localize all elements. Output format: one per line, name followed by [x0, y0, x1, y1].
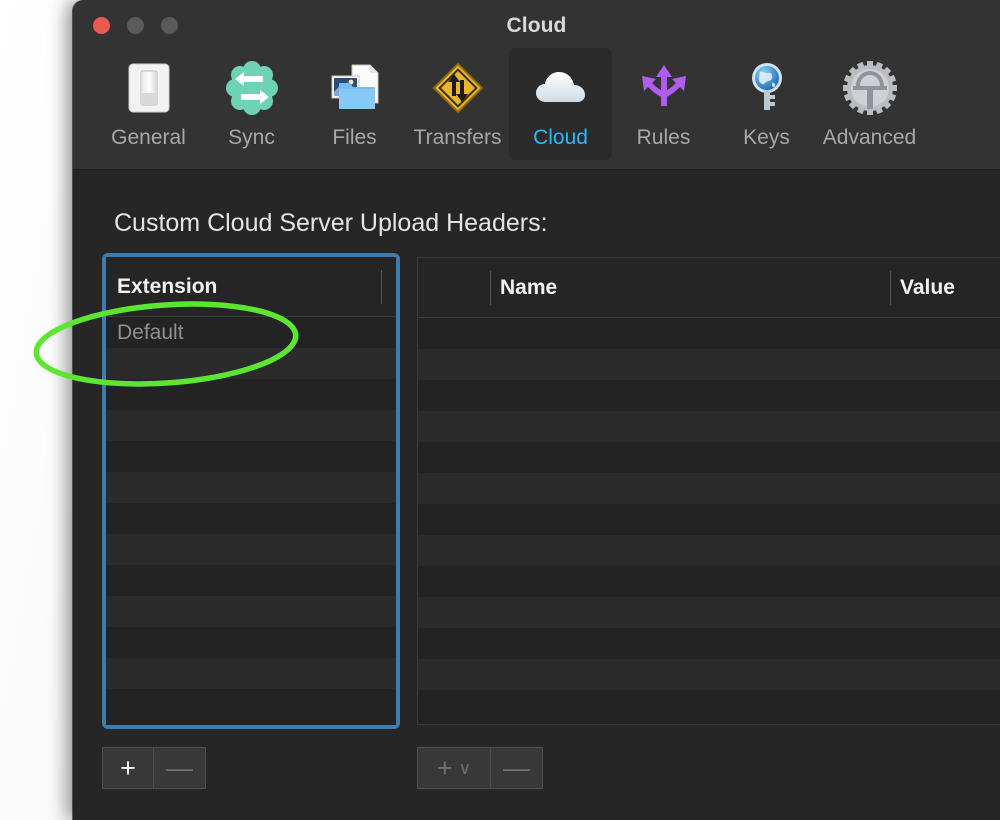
tab-sync[interactable]: Sync — [200, 48, 303, 160]
add-header-button[interactable]: + ∨ — [417, 747, 491, 789]
window-toolbar: Cloud General Sync Files Transfers Cloud… — [73, 0, 1000, 170]
toggle-switch-icon — [115, 54, 183, 122]
table-row[interactable] — [106, 534, 396, 565]
table-row[interactable] — [106, 441, 396, 472]
tab-label: Advanced — [822, 126, 917, 149]
table-row[interactable] — [418, 597, 1000, 628]
chevron-down-icon: ∨ — [458, 758, 472, 778]
extension-table-body: Default — [106, 317, 396, 720]
extension-table-header: Extension — [106, 257, 396, 317]
table-row[interactable] — [106, 689, 396, 720]
table-row[interactable] — [106, 379, 396, 410]
tab-rules[interactable]: Rules — [612, 48, 715, 160]
window-title: Cloud — [506, 14, 567, 37]
branch-arrows-icon — [630, 54, 698, 122]
table-row[interactable] — [106, 503, 396, 534]
table-row[interactable] — [106, 596, 396, 627]
add-extension-button[interactable]: + — [102, 747, 154, 789]
cloud-icon — [527, 54, 595, 122]
table-row[interactable] — [418, 566, 1000, 597]
headers-table-body — [418, 318, 1000, 721]
screenshot-root: Cloud General Sync Files Transfers Cloud… — [0, 0, 1000, 820]
table-row[interactable] — [418, 628, 1000, 659]
table-row[interactable] — [418, 349, 1000, 380]
remove-header-button[interactable]: — — [491, 747, 543, 789]
table-row[interactable] — [106, 627, 396, 658]
folder-files-icon — [321, 54, 389, 122]
table-row[interactable]: Default — [106, 317, 396, 348]
tab-cloud[interactable]: Cloud — [509, 48, 612, 160]
table-row[interactable] — [418, 504, 1000, 535]
column-divider[interactable] — [381, 270, 382, 304]
column-divider[interactable] — [890, 271, 891, 305]
globe-key-icon — [733, 54, 801, 122]
cloud-settings-pane: Custom Cloud Server Upload Headers: Exte… — [73, 171, 1000, 820]
tab-label: Rules — [636, 126, 691, 149]
tab-label: Keys — [743, 126, 790, 149]
transfer-sign-icon — [424, 54, 492, 122]
headers-table-header: Name Value — [418, 258, 1000, 318]
table-row[interactable] — [106, 658, 396, 689]
tab-transfers[interactable]: Transfers — [406, 48, 509, 160]
tab-advanced[interactable]: Advanced — [818, 48, 921, 160]
plus-icon: + — [436, 752, 453, 783]
tab-keys[interactable]: Keys — [715, 48, 818, 160]
minus-icon: — — [503, 752, 530, 783]
tab-label: Cloud — [533, 126, 588, 149]
headers-table-controls: + ∨ — — [417, 747, 543, 789]
extension-table-focus-ring: Extension Default — [102, 253, 400, 729]
table-row[interactable] — [106, 410, 396, 441]
toolbar-tabs: General Sync Files Transfers Cloud Rules… — [97, 48, 921, 160]
tab-label: Transfers — [413, 126, 502, 149]
tab-files[interactable]: Files — [303, 48, 406, 160]
tab-label: Files — [332, 126, 377, 149]
table-row[interactable] — [418, 380, 1000, 411]
preferences-window: Cloud General Sync Files Transfers Cloud… — [73, 0, 1000, 820]
table-row[interactable] — [418, 442, 1000, 473]
column-divider[interactable] — [490, 271, 491, 305]
tab-label: General — [111, 126, 186, 149]
column-header-name[interactable]: Name — [500, 276, 557, 300]
page-title: Custom Cloud Server Upload Headers: — [114, 209, 548, 237]
table-row[interactable] — [418, 535, 1000, 566]
table-row[interactable] — [418, 659, 1000, 690]
cell-extension: Default — [117, 321, 184, 344]
table-row[interactable] — [106, 565, 396, 596]
table-row[interactable] — [418, 473, 1000, 504]
tab-label: Sync — [228, 126, 275, 149]
table-row[interactable] — [106, 348, 396, 379]
headers-table[interactable]: Name Value — [417, 257, 1000, 725]
table-row[interactable] — [418, 690, 1000, 721]
plus-icon: + — [120, 752, 136, 783]
table-row[interactable] — [106, 472, 396, 503]
minus-icon: — — [166, 752, 193, 783]
remove-extension-button[interactable]: — — [154, 747, 206, 789]
sync-arrows-icon — [218, 54, 286, 122]
gear-icon — [836, 54, 904, 122]
extension-table[interactable]: Extension Default — [106, 257, 396, 725]
column-header-extension[interactable]: Extension — [117, 275, 217, 299]
column-header-value[interactable]: Value — [900, 276, 955, 300]
table-row[interactable] — [418, 411, 1000, 442]
table-row[interactable] — [418, 318, 1000, 349]
tab-general[interactable]: General — [97, 48, 200, 160]
extension-table-controls: + — — [102, 747, 206, 789]
